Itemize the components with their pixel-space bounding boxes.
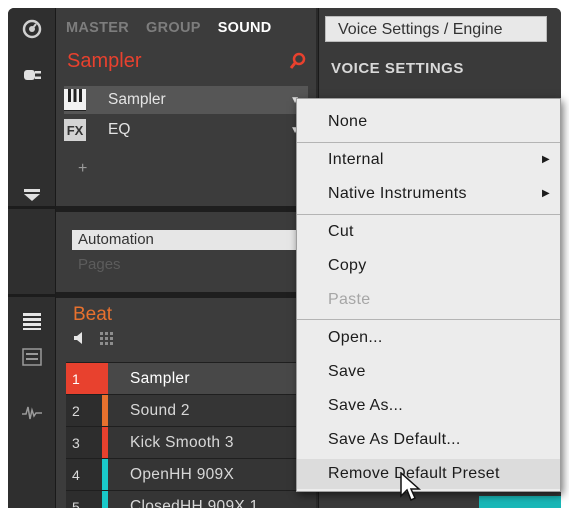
menu-item-copy[interactable]: Copy xyxy=(297,251,560,281)
sound-name: ClosedHH 909X 1 xyxy=(130,498,259,508)
waveform-icon[interactable] xyxy=(8,398,56,428)
sound-panel: MASTER GROUP SOUND Sampler Sampler ▼ FX … xyxy=(56,8,316,508)
pages-label[interactable]: Pages xyxy=(78,256,121,273)
fx-icon: FX xyxy=(64,119,86,141)
sound-name: Sampler xyxy=(130,370,190,387)
sound-color-stripe xyxy=(102,459,108,491)
plugin-slot-eq[interactable]: FX EQ ▼ xyxy=(64,116,308,144)
piano-keys-icon xyxy=(64,89,86,111)
sound-title[interactable]: Sampler xyxy=(67,50,141,73)
pad-strip xyxy=(479,496,561,508)
panel-divider xyxy=(56,206,316,212)
menu-item-label: Native Instruments xyxy=(328,185,467,202)
menu-item-internal[interactable]: Internal ▶ xyxy=(297,145,560,175)
grid-icon[interactable] xyxy=(100,332,114,349)
sound-name: Kick Smooth 3 xyxy=(130,434,234,451)
sound-row[interactable]: 1 Sampler xyxy=(66,362,316,395)
sound-color-stripe xyxy=(102,395,108,427)
speaker-icon[interactable] xyxy=(74,332,86,349)
menu-item-open[interactable]: Open... xyxy=(297,323,560,353)
menu-item-cut[interactable]: Cut xyxy=(297,217,560,247)
panel-divider xyxy=(56,292,316,298)
sound-name: OpenHH 909X xyxy=(130,466,235,483)
menu-separator xyxy=(297,142,560,143)
menu-item-paste: Paste xyxy=(328,291,371,308)
list-view-icon[interactable] xyxy=(8,306,56,336)
submenu-arrow-icon: ▶ xyxy=(542,154,550,165)
tab-sound[interactable]: SOUND xyxy=(218,20,272,36)
mouse-pointer-icon xyxy=(399,471,421,502)
group-title[interactable]: Beat xyxy=(73,304,112,326)
sound-number: 4 xyxy=(66,459,102,491)
submenu-arrow-icon: ▶ xyxy=(542,188,550,199)
sound-row[interactable]: 2 Sound 2 xyxy=(66,394,316,427)
plugin-label: Sampler xyxy=(108,91,166,108)
menu-item-none[interactable]: None xyxy=(297,107,560,137)
sound-color-stripe xyxy=(102,427,108,459)
sound-color-stripe xyxy=(102,491,108,508)
tab-group[interactable]: GROUP xyxy=(146,20,201,36)
search-icon[interactable] xyxy=(289,52,307,75)
page-selector-button[interactable]: Voice Settings / Engine xyxy=(325,16,547,42)
menu-item-save-as-default[interactable]: Save As Default... xyxy=(297,425,560,455)
tab-master[interactable]: MASTER xyxy=(66,20,129,36)
automation-tab[interactable]: Automation xyxy=(72,230,312,250)
preset-context-menu: None Internal ▶ Native Instruments ▶ Cut… xyxy=(296,98,561,492)
level-tabs: MASTER GROUP SOUND xyxy=(56,8,316,48)
menu-item-save-as[interactable]: Save As... xyxy=(297,391,560,421)
menu-separator xyxy=(297,214,560,215)
section-title: VOICE SETTINGS xyxy=(331,60,464,77)
plugin-slot-sampler[interactable]: Sampler ▼ xyxy=(64,86,308,114)
sound-row[interactable]: 3 Kick Smooth 3 xyxy=(66,426,316,459)
menu-item-remove-default-preset[interactable]: Remove Default Preset xyxy=(297,459,560,489)
menu-item-label: Internal xyxy=(328,151,384,168)
sound-number: 1 xyxy=(66,363,102,395)
menu-item-native-instruments[interactable]: Native Instruments ▶ xyxy=(297,179,560,209)
add-plugin-button[interactable]: + xyxy=(78,160,87,178)
sound-name: Sound 2 xyxy=(130,402,190,419)
left-toolbar xyxy=(8,8,56,508)
mixer-view-icon[interactable] xyxy=(8,342,56,372)
strip-divider xyxy=(8,294,56,297)
plugin-plug-icon[interactable] xyxy=(8,60,56,90)
control-knob-icon[interactable] xyxy=(8,14,56,44)
plugin-label: EQ xyxy=(108,121,131,138)
strip-divider xyxy=(8,206,56,209)
sound-number: 3 xyxy=(66,427,102,459)
menu-separator xyxy=(297,319,560,320)
menu-item-save[interactable]: Save xyxy=(297,357,560,387)
sound-color-stripe xyxy=(102,363,108,395)
sound-row[interactable]: 4 OpenHH 909X xyxy=(66,458,316,491)
sound-row[interactable]: 5 ClosedHH 909X 1 xyxy=(66,490,316,508)
sound-number: 5 xyxy=(66,491,102,508)
group-tools xyxy=(74,332,114,349)
sound-number: 2 xyxy=(66,395,102,427)
